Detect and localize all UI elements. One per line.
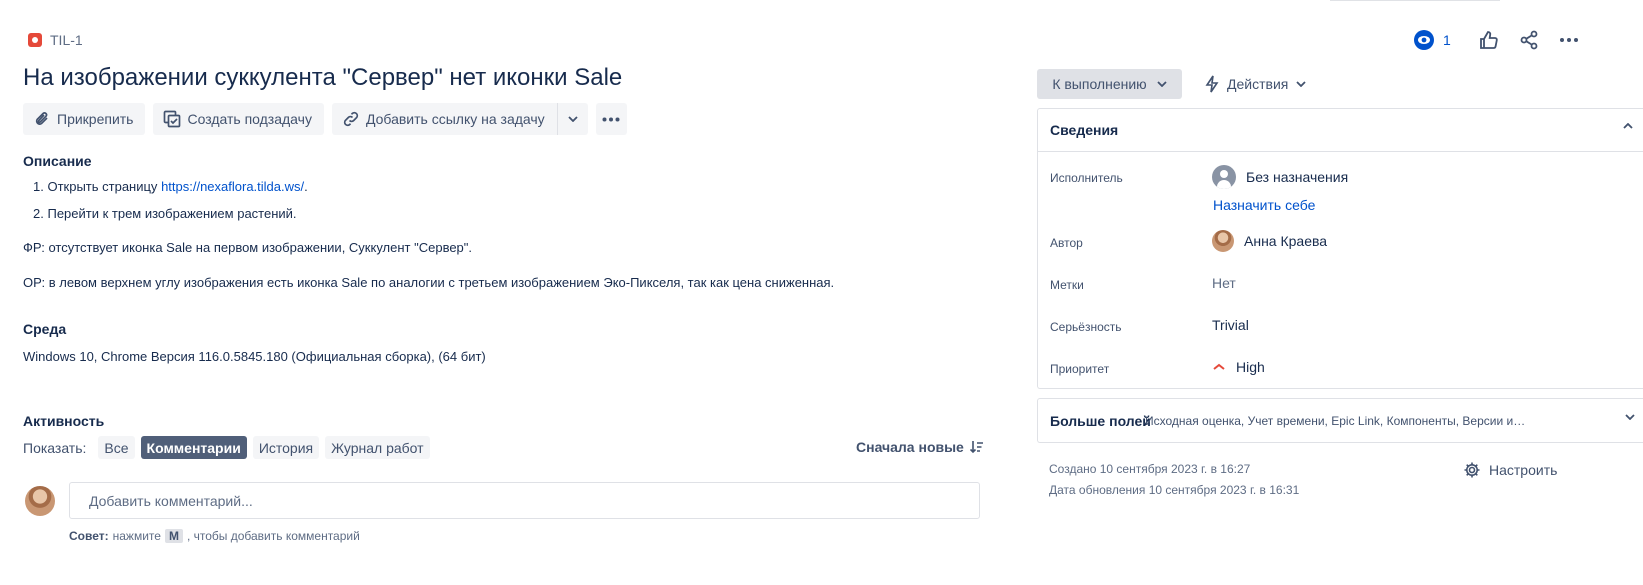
environment-value: Windows 10, Chrome Версия 116.0.5845.180… [23,349,486,364]
more-actions-button[interactable] [595,103,627,135]
tip-prefix: Совет: [69,529,109,543]
step-2: 2. Перейти к трем изображением растений. [33,206,297,221]
labels-label: Метки [1050,278,1084,292]
labels-value[interactable]: Нет [1212,275,1236,291]
step-text: Перейти к трем изображением растений. [47,206,297,221]
assignee-text: Без назначения [1246,169,1349,185]
chevron-up-icon[interactable] [1623,123,1633,129]
share-button[interactable] [1517,28,1541,52]
issue-title[interactable]: На изображении суккулента "Сервер" нет и… [23,64,622,92]
more-icon [1559,38,1578,42]
watch-button[interactable]: 1 [1413,29,1451,51]
tip-text: нажмите [112,529,161,543]
author-text: Анна Краева [1244,233,1328,249]
step-punct: . [304,179,308,194]
site-link[interactable]: https://nexaflora.tilda.ws/ [161,179,304,194]
add-link-dropdown[interactable] [556,103,588,135]
link-icon [343,111,359,127]
author-label: Автор [1050,236,1083,250]
author-avatar [1212,230,1234,252]
sort-label: Сначала новые [856,439,964,455]
add-link-button[interactable]: Добавить ссылку на задачу [331,103,557,135]
filter-comments[interactable]: Комментарии [140,436,247,459]
sort-icon [969,441,983,454]
expected-result: ОР: в левом верхнем углу изображения ест… [23,275,835,290]
unassigned-avatar-icon [1212,165,1236,189]
more-icon [602,117,620,121]
author-value[interactable]: Анна Краева [1212,230,1327,252]
actions-dropdown[interactable]: Действия [1205,69,1306,99]
add-link-label: Добавить ссылку на задачу [365,111,545,127]
issue-key-link[interactable]: TIL-1 [50,32,83,48]
filter-history[interactable]: История [252,436,320,459]
issue-actions: Прикрепить Создать подзадачу Добавить сс… [23,103,627,135]
updated-date: Дата обновления 10 сентября 2023 г. в 16… [1049,483,1300,497]
details-heading: Сведения [1050,122,1119,138]
attach-button[interactable]: Прикрепить [23,103,146,135]
gear-icon [1464,462,1480,478]
severity-value[interactable]: Trivial [1212,317,1249,333]
severity-label: Серьёзность [1050,320,1122,334]
step-text: Открыть страницу [47,179,162,194]
priority-high-icon [1213,363,1225,370]
tip-text-end: , чтобы добавить комментарий [186,529,360,543]
comment-tip: Совет: нажмите M, чтобы добавить коммент… [69,529,360,543]
tip-key: M [164,529,183,543]
chevron-down-icon [1157,81,1167,87]
create-subtask-label: Создать подзадачу [187,111,312,127]
environment-heading: Среда [23,321,67,337]
description-heading: Описание [23,153,92,169]
chevron-down-icon [1625,414,1635,420]
assignee-label: Исполнитель [1050,171,1123,185]
more-fields-heading: Больше полей [1050,413,1151,429]
step-1: 1. Открыть страницу https://nexaflora.ti… [33,179,308,194]
details-panel: Сведения Исполнитель Без назначения Назн… [1037,108,1643,389]
lightning-icon [1205,75,1219,93]
comment-input[interactable]: Добавить комментарий... [69,482,980,519]
more-options-button[interactable] [1557,28,1581,52]
create-subtask-button[interactable]: Создать подзадачу [153,103,324,135]
share-icon [1520,30,1538,50]
like-button[interactable] [1477,28,1501,52]
details-header[interactable]: Сведения [1038,109,1643,152]
watch-count: 1 [1443,32,1451,48]
paperclip-icon [35,112,48,125]
actions-label: Действия [1227,76,1289,92]
top-divider [1330,0,1500,1]
chevron-down-icon [568,116,578,122]
configure-label: Настроить [1489,462,1558,478]
assign-to-me-link[interactable]: Назначить себе [1213,197,1315,213]
filter-worklog[interactable]: Журнал работ [325,436,430,459]
step-number: 1. [33,179,44,194]
comment-placeholder: Добавить комментарий... [89,492,253,509]
priority-value[interactable]: High [1212,359,1265,375]
bug-icon [28,33,42,47]
created-date: Создано 10 сентября 2023 г. в 16:27 [1049,462,1251,476]
configure-button[interactable]: Настроить [1463,461,1557,479]
more-fields-panel[interactable]: Больше полей Исходная оценка, Учет време… [1037,398,1643,443]
subtask-icon [164,110,181,128]
step-number: 2. [33,206,44,221]
show-label: Показать: [23,439,87,456]
assignee-value[interactable]: Без назначения [1212,165,1348,189]
actual-result: ФР: отсутствует иконка Sale на первом из… [23,240,473,255]
status-label: К выполнению [1052,76,1147,92]
attach-label: Прикрепить [57,111,134,127]
filter-all[interactable]: Все [98,436,135,459]
thumbs-up-icon [1479,31,1498,49]
issue-toolbar: 1 [1413,28,1597,52]
status-button[interactable]: К выполнению [1037,69,1182,99]
current-user-avatar [25,486,55,516]
activity-filters: Показать: Все Комментарии История Журнал… [23,436,430,459]
sort-button[interactable]: Сначала новые [856,439,984,455]
chevron-down-icon [1296,81,1306,87]
priority-text: High [1236,359,1265,375]
activity-heading: Активность [23,413,105,429]
priority-label: Приоритет [1050,362,1110,376]
breadcrumb: TIL-1 [28,32,83,48]
more-fields-list: Исходная оценка, Учет времени, Epic Link… [1145,414,1530,428]
eye-icon [1414,30,1434,50]
